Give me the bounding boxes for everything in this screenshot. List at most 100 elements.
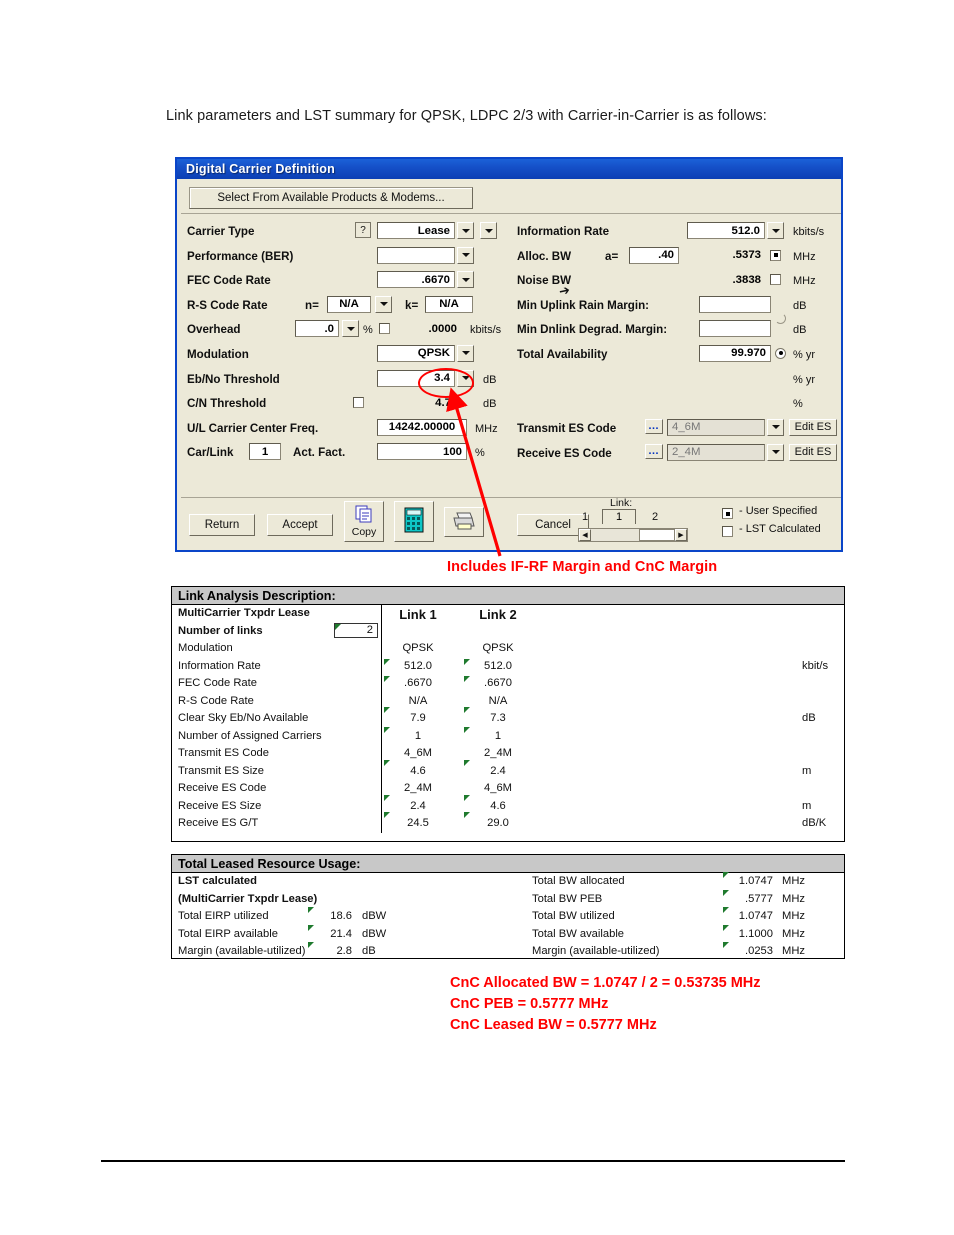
transmit-es-browse-icon[interactable]: … [645,418,663,434]
table-row: Information Rate 512.0 512.0 kbit/s [172,658,844,676]
fec-code-rate-label: FEC Code Rate [187,274,271,288]
car-link-value[interactable]: 1 [249,443,281,461]
carrier-type-dropdown2-icon[interactable] [480,222,497,239]
row-value-2: .5777 [745,892,773,905]
overhead-value[interactable]: .0 [295,320,339,338]
performance-ber-dropdown-icon[interactable] [457,246,474,264]
overhead-checkbox[interactable] [379,323,390,335]
link-analysis-body: MultiCarrier Txpdr Lease Link 1 Link 2 N… [172,605,844,833]
total-availability-unit: % yr [793,348,815,361]
rs-n-dropdown-icon[interactable] [375,295,392,313]
row-link2-value: 29.0 [487,817,509,829]
return-button[interactable]: Return [189,514,255,536]
left-form-column: Carrier Type ? Lease Performance (BER) F… [187,221,501,467]
row-label-2: Margin (available-utilized) [532,945,660,957]
overhead-dropdown-icon[interactable] [342,320,359,338]
table-row: Receive ES G/T 24.5 29.0 dB/K [172,812,844,833]
rs-n-value[interactable]: N/A [327,295,371,313]
modulation-label: Modulation [187,347,249,361]
receive-es-code-dropdown-icon[interactable] [767,443,784,461]
help-icon[interactable]: ? [355,222,371,238]
arrow-note-text: Includes IF-RF Margin and CnC Margin [447,559,718,575]
transmit-es-code-dropdown-icon[interactable] [767,418,784,436]
min-uplink-rain-margin-value[interactable] [699,295,771,313]
row-link1-value: N/A [408,694,428,707]
total-availability-value[interactable]: 99.970 [699,344,771,362]
right-form-column: Information Rate 512.0 kbits/s Alloc. BW… [517,221,839,468]
row-value: 21.4 [330,927,352,940]
leased-usage-panel: Total Leased Resource Usage: LST calcula… [171,854,845,959]
fec-code-rate-dropdown-icon[interactable] [457,271,474,289]
calculator-icon-svg [404,507,424,533]
row-label: Margin (available-utilized) [178,945,306,957]
row-label: Receive ES Size [178,799,262,812]
intro-paragraph: Link parameters and LST summary for QPSK… [166,108,767,124]
transmit-edit-es-button[interactable]: Edit ES [789,418,837,436]
user-specified-label: - User Specified [739,505,818,517]
dialog-titlebar: Digital Carrier Definition [177,159,841,179]
link-max-label: 2 [652,511,659,523]
row-unit: dBW [362,910,387,922]
alloc-bw-checkbox[interactable] [770,249,781,261]
print-button[interactable] [444,507,484,537]
ul-carrier-freq-value[interactable]: 14242.00000 [377,418,467,436]
receive-edit-es-button[interactable]: Edit ES [789,443,837,461]
copy-icon [355,505,374,526]
slider-right-arrow-icon[interactable]: ▶ [675,529,687,541]
performance-ber-value[interactable] [377,246,455,264]
receive-es-browse-icon[interactable]: … [645,443,663,459]
legend-user-specified[interactable]: - User Specified [722,505,821,523]
total-availability-radio[interactable] [775,347,786,359]
copy-icon-svg [355,505,371,523]
calculator-button[interactable] [394,501,434,542]
modulation-dropdown-icon[interactable] [457,344,474,362]
row-label: FEC Code Rate [178,677,257,689]
row-link1-value: .6670 [404,677,432,689]
min-uplink-rain-margin-unit: dB [793,299,807,312]
min-dnlink-degrad-margin-value[interactable] [699,320,771,338]
slider-thumb[interactable] [639,529,675,541]
row-ul-carrier-center-freq: U/L Carrier Center Freq. 14242.00000 MHz [187,418,498,443]
digital-carrier-definition-dialog: Digital Carrier Definition Select From A… [175,157,843,552]
margin-radio-icon[interactable] [775,313,786,325]
carrier-type-dropdown-icon[interactable] [457,222,474,239]
row-label: Total EIRP utilized [178,910,269,922]
act-fact-value[interactable]: 100 [377,443,467,461]
table-row: Total EIRP utilized 18.6 dBW Total BW ut… [172,907,844,926]
row-link2-value: .6670 [484,677,512,689]
accept-button[interactable]: Accept [267,514,333,536]
transmit-es-code-label: Transmit ES Code [517,421,617,435]
table-row: Clear Sky Eb/No Available 7.9 7.3 dB [172,707,844,728]
rs-code-rate-label: R-S Code Rate [187,298,268,312]
fec-code-rate-value[interactable]: .6670 [377,271,455,289]
cnc-note-line: CnC Allocated BW = 1.0747 / 2 = 0.53735 … [450,975,761,991]
noise-bw-checkbox[interactable] [770,274,781,286]
carrier-type-value[interactable]: Lease [377,222,455,239]
link-analysis-subtitle: MultiCarrier Txpdr Lease [178,607,310,619]
select-products-modems-button[interactable]: Select From Available Products & Modems.… [189,187,473,209]
row-noise-bw: Noise BW .3838 MHz ➔ [517,270,839,299]
row-modulation: Modulation QPSK [187,344,492,369]
information-rate-value[interactable]: 512.0 [687,222,765,239]
row-car-link: Car/Link 1 Act. Fact. 100 % [187,442,492,467]
table-row: FEC Code Rate .6670 .6670 [172,675,844,693]
alloc-bw-a-value[interactable]: .40 [629,246,679,264]
transmit-es-code-value[interactable]: 4_6M [667,418,765,436]
information-rate-dropdown-icon[interactable] [767,222,784,239]
car-link-label: Car/Link [187,446,234,460]
table-row: Margin (available-utilized) 2.8 dB Margi… [172,942,844,961]
row-label-2: Total BW utilized [532,910,615,922]
slider-left-arrow-icon[interactable]: ◀ [579,529,591,541]
rs-k-value[interactable]: N/A [425,295,473,313]
modulation-value[interactable]: QPSK [377,344,455,362]
alloc-bw-a-label: a= [605,249,619,263]
cnc-note-line: CnC Leased BW = 0.5777 MHz [450,1017,657,1033]
user-specified-marker-icon [722,508,733,519]
link-slider[interactable]: ◀ ▶ [578,528,688,542]
link-value[interactable]: 1 [602,509,636,524]
copy-button[interactable]: Copy [344,501,384,542]
receive-es-code-value[interactable]: 2_4M [667,443,765,461]
cn-threshold-checkbox[interactable] [353,397,364,409]
carrier-type-label: Carrier Type [187,225,255,238]
legend-lst-calculated[interactable]: - LST Calculated [722,523,821,541]
